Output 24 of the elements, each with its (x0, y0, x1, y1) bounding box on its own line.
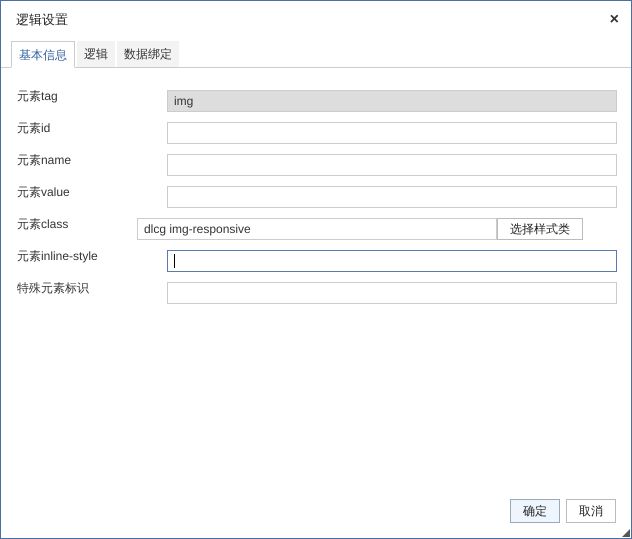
input-field[interactable] (167, 122, 617, 144)
field-label: 元素id (17, 120, 52, 137)
field-label: 元素inline-style (17, 248, 99, 265)
choose-style-button[interactable]: 选择样式类 (497, 218, 583, 240)
field-label: 元素tag (17, 88, 59, 105)
field-label: 元素name (17, 152, 72, 169)
field-label: 特殊元素标识 (17, 280, 90, 297)
window-title: 逻辑设置 (16, 11, 68, 30)
input-field[interactable] (167, 186, 617, 208)
tab[interactable]: 基本信息 (11, 41, 75, 68)
input-field[interactable]: dlcg img-responsive (137, 218, 497, 240)
tab[interactable]: 逻辑 (77, 41, 115, 67)
cancel-button[interactable]: 取消 (566, 499, 616, 523)
input-field[interactable] (167, 282, 617, 304)
field-label: 元素class (17, 216, 70, 233)
close-button[interactable]: × (610, 12, 619, 28)
input-field[interactable] (167, 250, 617, 272)
tab[interactable]: 数据绑定 (117, 41, 179, 67)
resize-grip-icon (622, 529, 630, 537)
field-label: 元素value (17, 184, 71, 201)
input-field[interactable]: img (167, 90, 617, 112)
confirm-button[interactable]: 确定 (510, 499, 560, 523)
text-cursor (174, 254, 175, 268)
input-field[interactable] (167, 154, 617, 176)
